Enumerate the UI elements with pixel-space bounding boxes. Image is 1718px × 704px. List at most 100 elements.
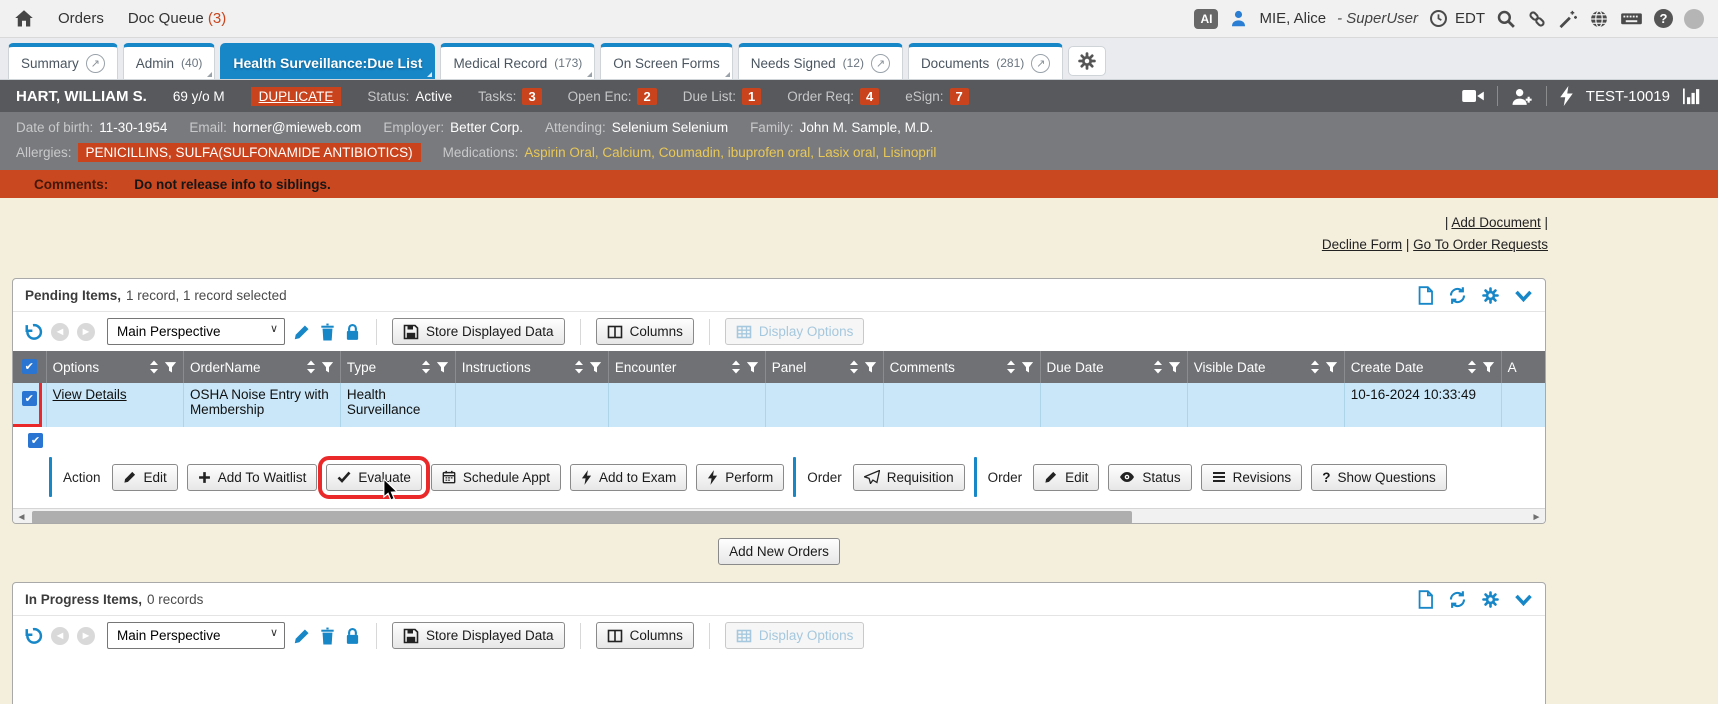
order-edit-button[interactable]: Edit	[1033, 464, 1099, 491]
add-to-exam-button[interactable]: Add to Exam	[570, 464, 687, 491]
external-link-icon[interactable]: ↗	[871, 54, 890, 73]
column-header-options[interactable]: Options	[47, 351, 184, 383]
add-person-icon[interactable]	[1510, 87, 1534, 106]
due-list-count-badge[interactable]: 1	[742, 88, 761, 105]
search-icon[interactable]	[1496, 9, 1516, 29]
column-header-panel[interactable]: Panel	[766, 351, 884, 383]
gear-icon[interactable]	[1481, 590, 1500, 609]
decline-form-link[interactable]: Decline Form	[1322, 237, 1402, 252]
tab-on-screen-forms[interactable]: On Screen Forms	[600, 43, 733, 79]
column-header-visible-date[interactable]: Visible Date	[1188, 351, 1345, 383]
collapse-chevron-icon[interactable]	[1514, 289, 1533, 303]
edit-perspective-icon[interactable]	[293, 323, 311, 341]
columns-button[interactable]: Columns	[596, 622, 694, 649]
patient-name[interactable]: HART, WILLIAM S.	[16, 88, 147, 105]
add-to-waitlist-button[interactable]: Add To Waitlist	[187, 464, 318, 491]
video-camera-icon[interactable]	[1461, 87, 1485, 105]
tab-summary[interactable]: Summary ↗	[8, 43, 118, 79]
perspective-select[interactable]: Main Perspective	[107, 622, 285, 649]
medications-value[interactable]: Aspirin Oral, Calcium, Coumadin, ibuprof…	[524, 145, 936, 160]
row-checkbox[interactable]: ✔	[22, 391, 37, 406]
column-header-clipped[interactable]: A	[1502, 351, 1545, 383]
refresh-icon[interactable]	[1448, 286, 1467, 305]
column-header-due-date[interactable]: Due Date	[1041, 351, 1188, 383]
new-document-icon[interactable]	[1417, 590, 1434, 609]
perform-button[interactable]: Perform	[696, 464, 784, 491]
collapse-chevron-icon[interactable]	[1514, 593, 1533, 607]
breadcrumb-doc-queue[interactable]: Doc Queue (3)	[128, 10, 226, 27]
status-button[interactable]: Status	[1108, 464, 1191, 491]
lock-perspective-icon[interactable]	[344, 627, 361, 645]
previous-perspective-button[interactable]: ◄	[51, 627, 69, 645]
esign-count-badge[interactable]: 7	[950, 88, 969, 105]
home-icon[interactable]	[14, 9, 34, 29]
pending-table-row[interactable]: ✔ View Details OSHA Noise Entry with Mem…	[13, 383, 1545, 427]
lock-perspective-icon[interactable]	[344, 323, 361, 341]
external-link-icon[interactable]: ↗	[86, 54, 105, 73]
keyboard-icon[interactable]	[1620, 9, 1643, 28]
undo-icon[interactable]	[23, 626, 43, 646]
store-displayed-data-button[interactable]: Store Displayed Data	[392, 318, 565, 345]
tab-settings-button[interactable]	[1068, 46, 1106, 76]
allergies-value[interactable]: PENICILLINS, SULFA(SULFONAMIDE ANTIBIOTI…	[78, 143, 421, 162]
batch-select-checkbox[interactable]: ✔	[28, 433, 43, 448]
next-perspective-button[interactable]: ►	[77, 323, 95, 341]
evaluate-button[interactable]: Evaluate	[326, 464, 422, 491]
previous-perspective-button[interactable]: ◄	[51, 323, 69, 341]
view-details-link[interactable]: View Details	[53, 387, 127, 402]
perspective-select[interactable]: Main Perspective	[107, 318, 285, 345]
globe-icon[interactable]	[1589, 9, 1609, 29]
next-perspective-button[interactable]: ►	[77, 627, 95, 645]
scrollbar-track[interactable]	[30, 511, 1528, 524]
delete-perspective-icon[interactable]	[319, 323, 336, 341]
tasks-count-badge[interactable]: 3	[522, 88, 541, 105]
clock-icon[interactable]	[1429, 9, 1448, 28]
edit-action-button[interactable]: Edit	[112, 464, 178, 491]
tab-needs-signed[interactable]: Needs Signed (12) ↗	[738, 43, 903, 79]
order-req-count-badge[interactable]: 4	[860, 88, 879, 105]
tab-admin[interactable]: Admin (40)	[123, 43, 216, 79]
tab-health-surveillance-due-list[interactable]: Health Surveillance:Due List	[220, 43, 435, 79]
avatar[interactable]	[1684, 9, 1704, 29]
show-questions-button[interactable]: ? Show Questions	[1311, 464, 1447, 491]
tab-documents[interactable]: Documents (281) ↗	[908, 43, 1063, 79]
revisions-button[interactable]: Revisions	[1201, 464, 1303, 491]
store-displayed-data-button[interactable]: Store Displayed Data	[392, 622, 565, 649]
column-header-type[interactable]: Type	[341, 351, 456, 383]
lightning-icon[interactable]	[1559, 86, 1574, 106]
external-link-icon[interactable]: ↗	[1031, 54, 1050, 73]
scroll-right-arrow[interactable]: ►	[1528, 512, 1545, 523]
undo-icon[interactable]	[23, 322, 43, 342]
breadcrumb-orders[interactable]: Orders	[58, 10, 104, 27]
tab-medical-record[interactable]: Medical Record (173)	[440, 43, 595, 79]
user-name[interactable]: MIE, Alice	[1259, 10, 1326, 27]
schedule-appt-button[interactable]: Schedule Appt	[431, 464, 561, 491]
gear-icon[interactable]	[1481, 286, 1500, 305]
column-header-instructions[interactable]: Instructions	[456, 351, 609, 383]
add-document-link[interactable]: Add Document	[1451, 215, 1540, 230]
column-header-encounter[interactable]: Encounter	[609, 351, 766, 383]
add-new-orders-button[interactable]: Add New Orders	[718, 538, 840, 565]
column-header-create-date[interactable]: Create Date	[1345, 351, 1502, 383]
help-icon[interactable]: ?	[1654, 9, 1673, 28]
scroll-left-arrow[interactable]: ◄	[13, 512, 30, 523]
open-enc-count-badge[interactable]: 2	[637, 88, 656, 105]
columns-button[interactable]: Columns	[596, 318, 694, 345]
bar-chart-icon[interactable]	[1682, 86, 1702, 106]
select-all-checkbox[interactable]: ✔	[22, 359, 37, 374]
delete-perspective-icon[interactable]	[319, 627, 336, 645]
scrollbar-thumb[interactable]	[32, 511, 1132, 524]
edit-perspective-icon[interactable]	[293, 627, 311, 645]
ai-badge[interactable]: AI	[1194, 9, 1218, 29]
new-document-icon[interactable]	[1417, 286, 1434, 305]
go-to-order-requests-link[interactable]: Go To Order Requests	[1413, 237, 1548, 252]
duplicate-flag[interactable]: DUPLICATE	[251, 87, 342, 106]
column-header-ordername[interactable]: OrderName	[184, 351, 341, 383]
link-icon[interactable]	[1527, 9, 1547, 29]
wand-icon[interactable]	[1558, 9, 1578, 29]
patient-record-id[interactable]: TEST-10019	[1586, 88, 1670, 105]
horizontal-scrollbar[interactable]: ◄ ►	[13, 508, 1545, 524]
refresh-icon[interactable]	[1448, 590, 1467, 609]
requisition-button[interactable]: Requisition	[853, 464, 965, 491]
email-value[interactable]: horner@mieweb.com	[233, 120, 362, 135]
